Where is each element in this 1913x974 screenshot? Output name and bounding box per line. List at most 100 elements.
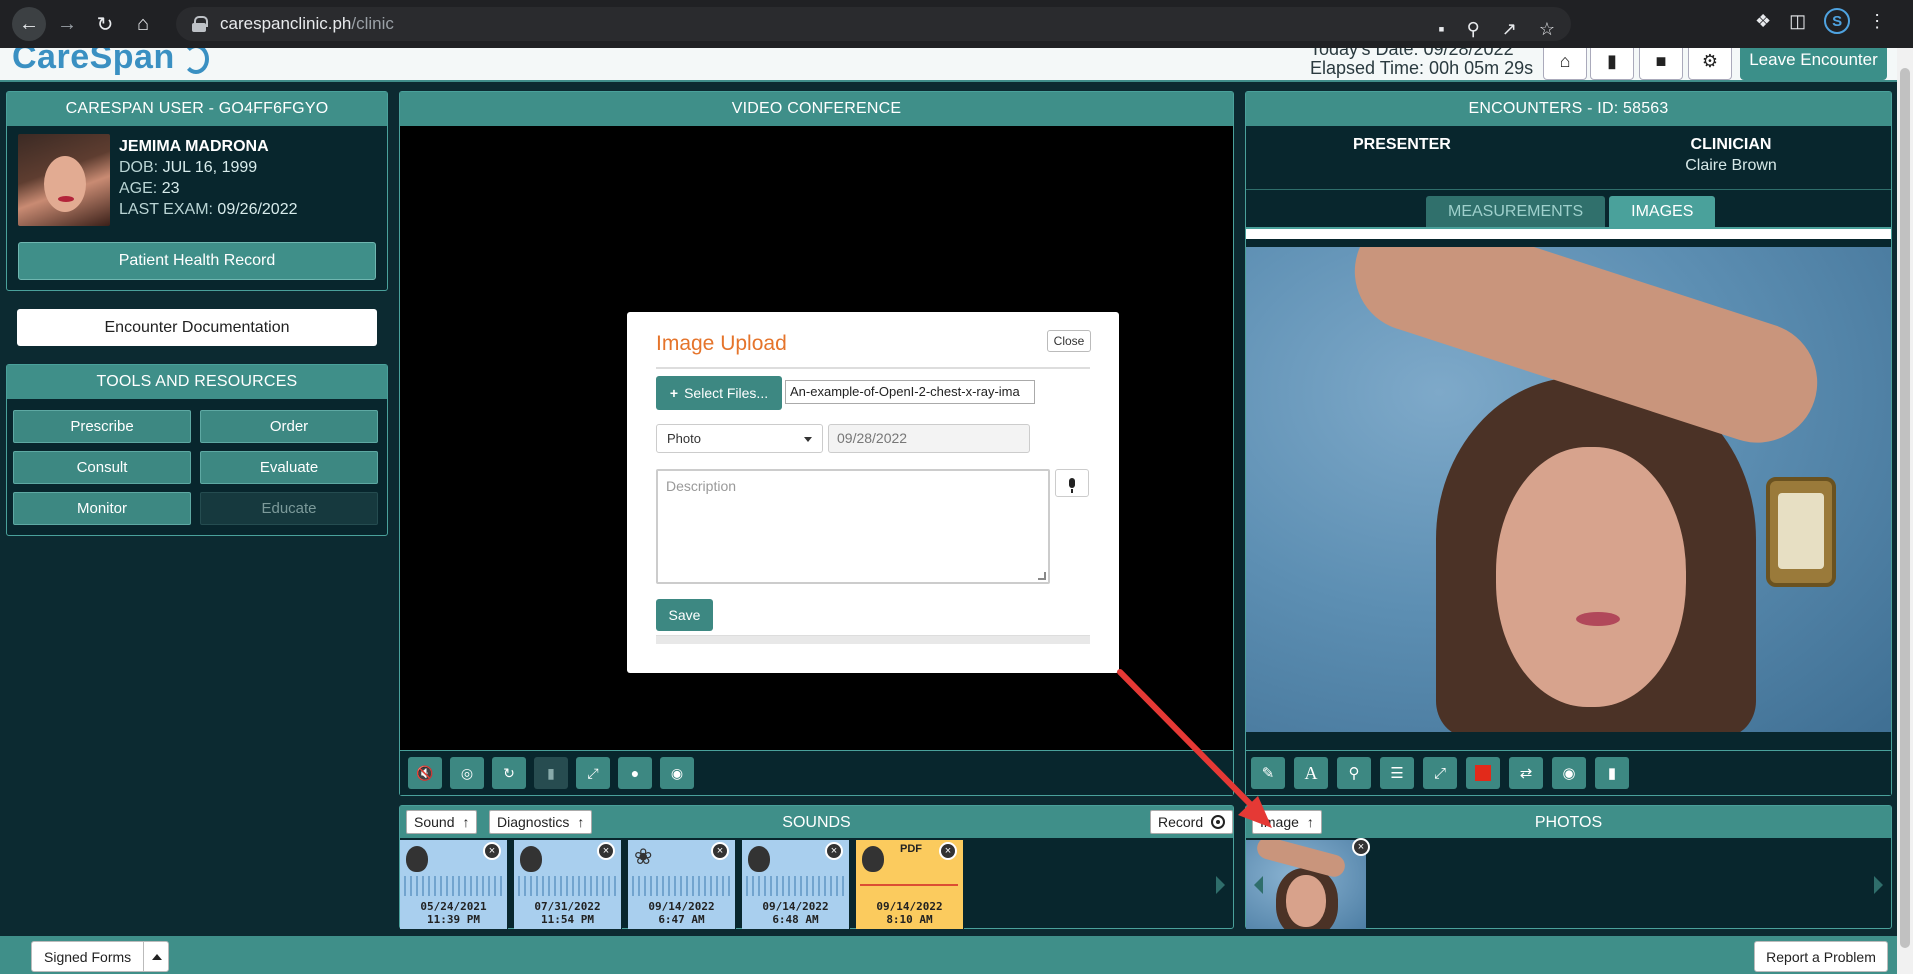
- next-arrow-icon[interactable]: [1874, 876, 1883, 894]
- url-host: carespanclinic.ph: [220, 14, 352, 33]
- carespan-logo[interactable]: CareSpan: [12, 48, 209, 77]
- extensions-icon[interactable]: ❖: [1755, 11, 1771, 32]
- remove-icon[interactable]: ×: [711, 842, 729, 860]
- repeat-icon[interactable]: ⇄: [1509, 757, 1543, 789]
- monitor-button[interactable]: Monitor: [13, 492, 191, 525]
- menu-lines-icon[interactable]: ☰: [1380, 757, 1414, 789]
- fullscreen-icon[interactable]: ⤢: [576, 757, 610, 789]
- image-upload-button[interactable]: Image ↑: [1252, 810, 1322, 834]
- remove-icon[interactable]: ×: [939, 842, 957, 860]
- switch-camera-icon[interactable]: ↻: [492, 757, 526, 789]
- sound-upload-button[interactable]: Sound ↑: [406, 810, 478, 834]
- remove-photo-icon[interactable]: ×: [1352, 838, 1370, 856]
- consult-button[interactable]: Consult: [13, 451, 191, 484]
- evaluate-button[interactable]: Evaluate: [200, 451, 378, 484]
- page-scrollbar[interactable]: [1897, 48, 1913, 974]
- prev-arrow-icon[interactable]: [1254, 876, 1263, 894]
- patient-name: JEMIMA MADRONA: [119, 138, 269, 155]
- sound-tile[interactable]: × 07/31/2022 11:54 PM: [514, 840, 622, 929]
- share-icon[interactable]: ↗: [1502, 19, 1517, 40]
- menu-icon[interactable]: ⋮: [1868, 11, 1886, 32]
- zoom-icon[interactable]: ⚲: [1467, 19, 1480, 40]
- description-textarea[interactable]: Description: [656, 469, 1050, 584]
- patient-avatar: [18, 134, 110, 226]
- sound-tile[interactable]: × 09/14/2022 6:48 AM: [742, 840, 850, 929]
- upload-arrow-icon: ↑: [577, 814, 585, 830]
- leave-encounter-button[interactable]: Leave Encounter: [1740, 48, 1887, 80]
- upload-progress-bar: [656, 635, 1090, 644]
- close-button[interactable]: Close: [1047, 330, 1091, 352]
- pdf-tile[interactable]: PDF × 09/14/2022 8:10 AM: [856, 840, 964, 929]
- bookmark-star-icon[interactable]: ☆: [1539, 19, 1555, 40]
- pencil-icon[interactable]: ✎: [1251, 757, 1285, 789]
- report-problem-button[interactable]: Report a Problem: [1754, 941, 1888, 972]
- camera-icon[interactable]: ▮: [534, 757, 568, 789]
- briefcase-button[interactable]: ■: [1639, 48, 1683, 80]
- file-name-field[interactable]: An-example-of-OpenI-2-chest-x-ray-ima: [785, 380, 1035, 404]
- address-bar[interactable]: carespanclinic.ph/clinic ▪ ⚲ ↗ ☆: [176, 7, 1571, 41]
- lock-icon: [192, 16, 208, 32]
- dictation-button[interactable]: [1055, 469, 1089, 497]
- back-icon[interactable]: ←: [12, 7, 46, 41]
- home-icon[interactable]: ⌂: [126, 7, 160, 41]
- diagnostics-chip-label: Diagnostics: [497, 814, 570, 830]
- tile-date: 07/31/2022: [534, 900, 601, 913]
- camera-feed-image: [1246, 247, 1891, 732]
- text-icon[interactable]: A: [1294, 757, 1328, 789]
- sound-tile[interactable]: × 05/24/2021 11:39 PM: [400, 840, 508, 929]
- hide-video-icon[interactable]: ◎: [450, 757, 484, 789]
- remove-icon[interactable]: ×: [597, 842, 615, 860]
- tile-date: 09/14/2022: [876, 900, 943, 913]
- tab-images[interactable]: IMAGES: [1609, 196, 1716, 227]
- heart-icon: [748, 846, 770, 872]
- photos-panel: PHOTOS Image ↑: [1245, 805, 1892, 929]
- image-type-select[interactable]: Photo: [656, 424, 823, 453]
- reload-icon[interactable]: ↻: [88, 7, 122, 41]
- select-files-button[interactable]: + Select Files...: [656, 376, 782, 410]
- home-button[interactable]: ⌂: [1543, 48, 1587, 80]
- color-picker-icon[interactable]: [1466, 757, 1500, 789]
- settings-button[interactable]: ⚙: [1688, 48, 1732, 80]
- photo-thumbnail[interactable]: [1246, 840, 1366, 929]
- photos-title: PHOTOS: [1246, 806, 1891, 838]
- patient-panel: CARESPAN USER - GO4FF6FGYO JEMIMA MADRON…: [6, 91, 388, 291]
- prescribe-button[interactable]: Prescribe: [13, 410, 191, 443]
- date-field[interactable]: 09/28/2022: [828, 424, 1030, 453]
- capture-icon[interactable]: ◉: [1552, 757, 1586, 789]
- magnify-icon[interactable]: ⚲: [1337, 757, 1371, 789]
- caret-up-icon[interactable]: [152, 953, 163, 960]
- camera-blocked-icon[interactable]: ▪: [1438, 19, 1444, 40]
- remove-icon[interactable]: ×: [825, 842, 843, 860]
- document-icon: ▮: [1607, 50, 1617, 71]
- url-path: /clinic: [351, 14, 394, 33]
- tile-time: 6:47 AM: [658, 913, 705, 926]
- mute-audio-icon[interactable]: 🔇: [408, 757, 442, 789]
- order-button[interactable]: Order: [200, 410, 378, 443]
- profile-avatar-icon[interactable]: S: [1824, 8, 1851, 34]
- microphone-icon[interactable]: ●: [618, 757, 652, 789]
- microphone-icon: [1069, 478, 1075, 493]
- tile-time: 11:54 PM: [541, 913, 594, 926]
- remove-icon[interactable]: ×: [483, 842, 501, 860]
- resize-handle[interactable]: [1038, 572, 1046, 580]
- diagnostics-upload-button[interactable]: Diagnostics ↑: [489, 810, 593, 834]
- encounter-documentation-button[interactable]: Encounter Documentation: [17, 309, 377, 346]
- file-icon[interactable]: ▮: [1595, 757, 1629, 789]
- sound-tile[interactable]: ❀ × 09/14/2022 6:47 AM: [628, 840, 736, 929]
- patient-age: 23: [161, 180, 180, 197]
- dob-label: DOB:: [119, 159, 159, 176]
- documents-button[interactable]: ▮: [1590, 48, 1634, 80]
- video-toolbar: 🔇 ◎ ↻ ▮ ⤢ ● ◉: [400, 750, 1233, 795]
- next-arrow-icon[interactable]: [1216, 876, 1225, 894]
- patient-health-record-button[interactable]: Patient Health Record: [18, 242, 376, 280]
- expand-icon[interactable]: ⤢: [1423, 757, 1457, 789]
- record-button[interactable]: Record: [1150, 810, 1234, 834]
- pdf-label: PDF: [900, 843, 922, 855]
- signed-forms-button[interactable]: Signed Forms: [31, 941, 169, 972]
- image-toolbar: ✎ A ⚲ ☰ ⤢ ⇄ ◉ ▮: [1246, 750, 1891, 795]
- save-button[interactable]: Save: [656, 599, 713, 631]
- forward-icon[interactable]: →: [50, 7, 84, 41]
- tab-measurements[interactable]: MEASUREMENTS: [1426, 196, 1606, 227]
- snapshot-icon[interactable]: ◉: [660, 757, 694, 789]
- sidepanel-icon[interactable]: ◫: [1789, 11, 1806, 32]
